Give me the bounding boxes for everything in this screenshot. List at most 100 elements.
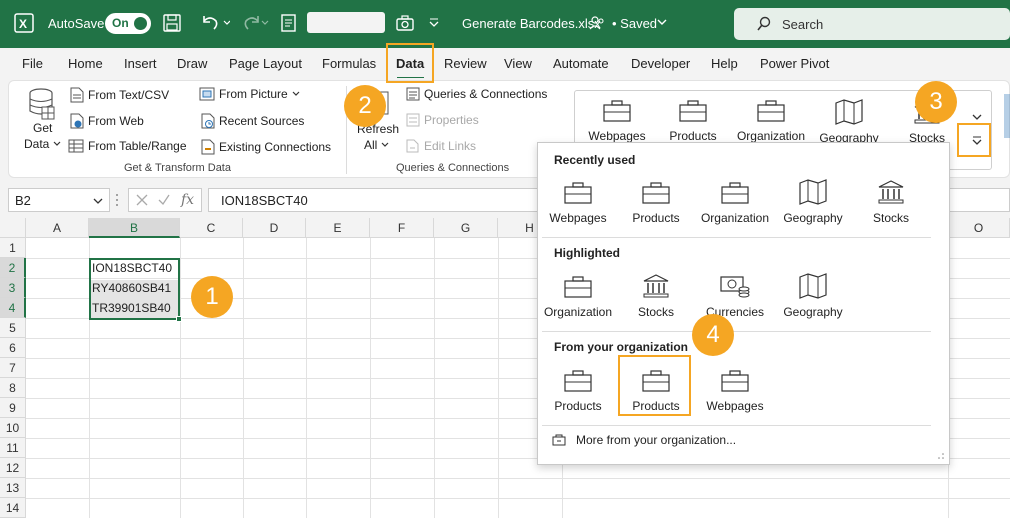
customize-qat-icon[interactable] — [428, 17, 440, 29]
search-box[interactable]: Search — [734, 8, 1010, 40]
row-header-8[interactable]: 8 — [0, 378, 26, 398]
title-bar: X AutoSave On Generate Barcodes.xlsx • S… — [0, 0, 1010, 48]
column-header-o[interactable]: O — [948, 218, 1010, 238]
row-header-3[interactable]: 3 — [0, 278, 26, 298]
row-header-7[interactable]: 7 — [0, 358, 26, 378]
tab-power-pivot[interactable]: Power Pivot — [760, 56, 829, 71]
column-header-g[interactable]: G — [434, 218, 498, 238]
row-header-9[interactable]: 9 — [0, 398, 26, 418]
row-header-10[interactable]: 10 — [0, 418, 26, 438]
dropdown-item-organization-highlighted[interactable]: Organization — [538, 275, 618, 319]
row-header-2[interactable]: 2 — [0, 258, 26, 278]
from-picture-button[interactable]: From Picture — [199, 87, 300, 101]
from-table-range-button[interactable]: From Table/Range — [68, 139, 187, 153]
row-header-12[interactable]: 12 — [0, 458, 26, 478]
column-header-e[interactable]: E — [306, 218, 370, 238]
dropdown-item-org-webpages[interactable]: Webpages — [695, 369, 775, 413]
gallery-item-webpages[interactable]: Webpages — [579, 99, 655, 143]
column-header-d[interactable]: D — [243, 218, 306, 238]
gallery-item-geography[interactable]: Geography — [811, 99, 887, 145]
fill-handle[interactable] — [176, 316, 182, 322]
get-data-button[interactable]: Data — [24, 137, 61, 151]
row-header-14[interactable]: 14 — [0, 498, 26, 518]
tab-draw[interactable]: Draw — [177, 56, 207, 71]
dropdown-item-currencies[interactable]: Currencies — [695, 273, 775, 319]
from-text-csv-button[interactable]: From Text/CSV — [70, 87, 169, 103]
chevron-down-icon[interactable] — [657, 18, 667, 26]
autosave-toggle[interactable]: On — [105, 13, 151, 34]
gallery-item-organization[interactable]: Organization — [733, 99, 809, 143]
edit-links-label: Edit Links — [424, 139, 477, 153]
existing-connections-button[interactable]: Existing Connections — [201, 139, 331, 155]
column-header-f[interactable]: F — [370, 218, 434, 238]
dropdown-item-geography[interactable]: Geography — [773, 179, 853, 225]
column-header-c[interactable]: C — [180, 218, 243, 238]
tab-view[interactable]: View — [504, 56, 532, 71]
org-heading: From your organization — [554, 340, 689, 354]
dropdown-item-geography-highlighted[interactable]: Geography — [773, 273, 853, 319]
from-web-button[interactable]: From Web — [70, 113, 144, 129]
row-header-13[interactable]: 13 — [0, 478, 26, 498]
tab-file[interactable]: File — [22, 56, 43, 71]
edit-links-button[interactable]: Edit Links — [406, 139, 476, 153]
camera-icon[interactable] — [395, 13, 415, 33]
from-table-range-label: From Table/Range — [88, 139, 187, 153]
tab-formulas[interactable]: Formulas — [322, 56, 376, 71]
briefcase-icon — [642, 182, 670, 204]
row-header-1[interactable]: 1 — [0, 238, 26, 258]
dropdown-item-organization[interactable]: Organization — [695, 181, 775, 225]
briefcase-icon — [564, 276, 592, 298]
gallery-item-products[interactable]: Products — [655, 99, 731, 143]
briefcase-icon — [679, 100, 707, 122]
tab-insert[interactable]: Insert — [124, 56, 157, 71]
more-from-org-button[interactable]: More from your organization... — [552, 433, 736, 447]
redo-icon[interactable] — [240, 13, 270, 33]
recent-sources-button[interactable]: Recent Sources — [201, 113, 304, 129]
autosave-state: On — [112, 16, 129, 30]
column-header-b[interactable]: B — [89, 218, 180, 238]
form-icon[interactable] — [280, 13, 298, 33]
column-header-a[interactable]: A — [26, 218, 89, 238]
share-user-icon — [589, 15, 605, 31]
tab-home[interactable]: Home — [68, 56, 103, 71]
row-header-5[interactable]: 5 — [0, 318, 26, 338]
dropdown-item-stocks[interactable]: Stocks — [851, 179, 931, 225]
gallery-item-label: Organization — [736, 129, 806, 143]
insert-function-button[interactable]: fx — [181, 192, 194, 208]
dropdown-item-webpages[interactable]: Webpages — [538, 181, 618, 225]
dropdown-item-stocks-highlighted[interactable]: Stocks — [616, 273, 696, 319]
undo-icon[interactable] — [200, 13, 230, 33]
text-file-icon — [70, 87, 84, 103]
dropdown-item-products[interactable]: Products — [616, 181, 696, 225]
queries-connections-button[interactable]: Queries & Connections — [406, 87, 547, 101]
quick-access-input[interactable] — [307, 12, 385, 33]
row-header-11[interactable]: 11 — [0, 438, 26, 458]
dropdown-item-label: Products — [632, 211, 680, 225]
enter-check-icon[interactable] — [157, 193, 171, 207]
tab-review[interactable]: Review — [444, 56, 487, 71]
name-box[interactable]: B2 — [8, 188, 110, 212]
resize-grip-icon[interactable] — [937, 452, 945, 460]
briefcase-icon — [721, 370, 749, 392]
briefcase-add-icon — [552, 434, 566, 446]
get-data-label-1[interactable]: Get — [33, 121, 52, 135]
tab-developer[interactable]: Developer — [631, 56, 690, 71]
document-title[interactable]: Generate Barcodes.xlsx — [462, 16, 601, 31]
tab-page-layout[interactable]: Page Layout — [229, 56, 302, 71]
gallery-scroll-down-icon[interactable] — [972, 113, 982, 121]
formula-controls: fx — [128, 188, 202, 212]
select-all-corner[interactable] — [0, 218, 26, 238]
refresh-all-button[interactable]: All — [364, 138, 389, 152]
row-header-4[interactable]: 4 — [0, 298, 26, 318]
tab-help[interactable]: Help — [711, 56, 738, 71]
dropdown-item-label: Geography — [783, 211, 843, 225]
tab-automate[interactable]: Automate — [553, 56, 609, 71]
callout-3: 3 — [915, 81, 957, 123]
properties-button[interactable]: Properties — [406, 113, 479, 127]
save-icon[interactable] — [162, 13, 182, 33]
queries-connections-label: Queries & Connections — [424, 87, 548, 101]
cancel-icon[interactable] — [135, 193, 149, 207]
properties-label: Properties — [424, 113, 479, 127]
dropdown-item-org-products-1[interactable]: Products — [538, 369, 618, 413]
row-header-6[interactable]: 6 — [0, 338, 26, 358]
